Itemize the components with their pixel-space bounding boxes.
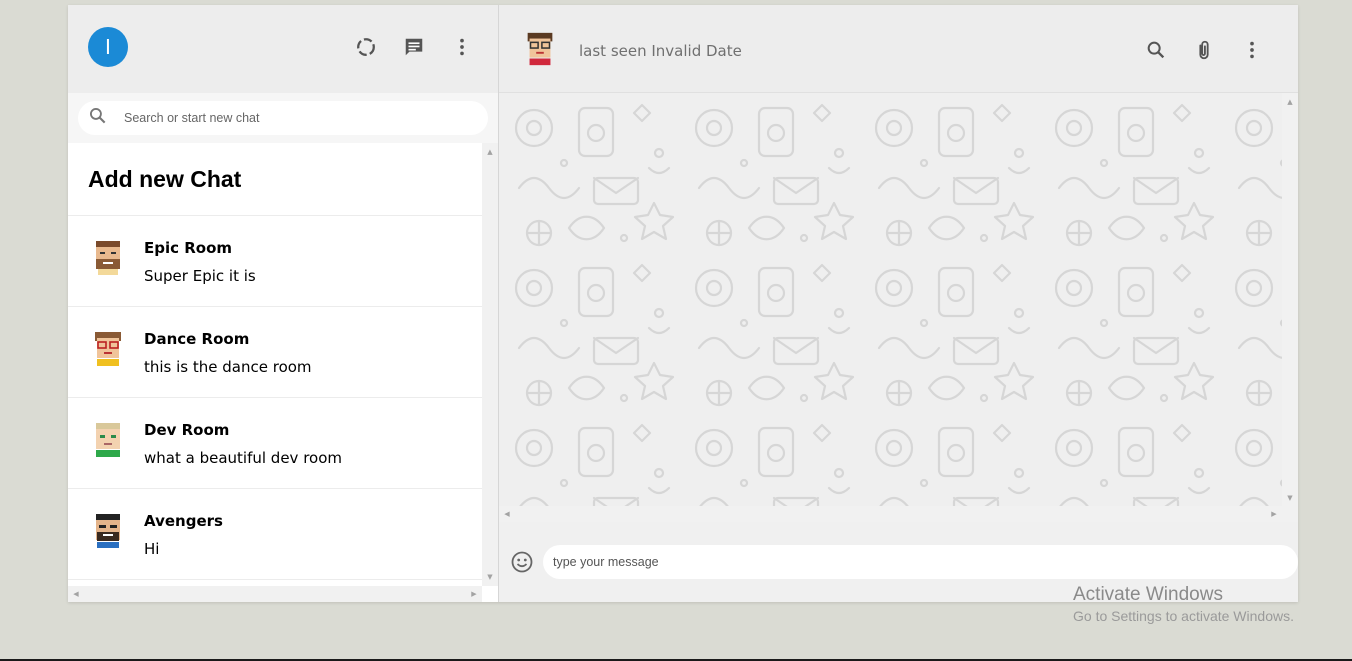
whatsapp-app: I Add new (68, 5, 1298, 602)
chat-header: last seen Invalid Date (499, 5, 1298, 93)
chat-item-dance-room[interactable]: Dance Room this is the dance room (68, 307, 482, 398)
chat-wallpaper (499, 93, 1282, 522)
scroll-up-arrow-icon[interactable]: ▲ (1282, 98, 1298, 106)
sidebar-vertical-scrollbar[interactable]: ▲ ▼ (482, 143, 498, 586)
chat-name: Avengers (144, 512, 223, 530)
search-icon (88, 106, 108, 130)
chat-horizontal-scrollbar[interactable]: ◀ ▶ (499, 506, 1282, 522)
scroll-right-arrow-icon[interactable]: ▶ (466, 590, 482, 598)
scroll-left-arrow-icon[interactable]: ◀ (499, 510, 515, 518)
new-chat-icon[interactable] (402, 35, 426, 59)
chat-name: Dev Room (144, 421, 230, 439)
chat-avatar (96, 514, 120, 548)
chat-item-epic-room[interactable]: Epic Room Super Epic it is (68, 216, 482, 307)
status-icon[interactable] (354, 35, 378, 59)
chat-last-message: what a beautiful dev room (144, 449, 342, 467)
more-options-icon[interactable] (450, 35, 474, 59)
chat-item-avengers[interactable]: Avengers Hi (68, 489, 482, 580)
search-icon[interactable] (1144, 38, 1168, 62)
user-avatar[interactable]: I (88, 27, 128, 67)
chat-body: ▲ ▼ ◀ ▶ (499, 93, 1298, 522)
chat-avatar (95, 332, 121, 366)
search-input[interactable] (122, 110, 478, 126)
scroll-up-arrow-icon[interactable]: ▲ (482, 148, 498, 156)
chat-vertical-scrollbar[interactable]: ▲ ▼ (1282, 93, 1298, 522)
chat-name: Dance Room (144, 330, 250, 348)
search-bar (68, 93, 498, 143)
chat-last-message: Super Epic it is (144, 267, 256, 285)
scroll-left-arrow-icon[interactable]: ◀ (68, 590, 84, 598)
add-new-chat[interactable]: Add new Chat (68, 143, 482, 216)
sidebar-header: I (68, 5, 498, 93)
message-footer (499, 522, 1298, 602)
message-input[interactable] (543, 545, 1298, 579)
chat-last-message: Hi (144, 540, 160, 558)
sidebar: I Add new (68, 5, 499, 602)
last-seen-status: last seen Invalid Date (579, 42, 742, 60)
chat-avatar (96, 423, 120, 457)
chat-list: Add new Chat Epic Room Super Epic it is (68, 143, 498, 586)
sidebar-horizontal-scrollbar[interactable]: ◀ ▶ (68, 586, 482, 602)
emoji-icon[interactable] (509, 549, 535, 575)
chat-last-message: this is the dance room (144, 358, 312, 376)
chat-panel: last seen Invalid Date ▲ ▼ ◀ ▶ type your… (499, 5, 1298, 602)
chat-item-dev-room[interactable]: Dev Room what a beautiful dev room (68, 398, 482, 489)
chat-name: Epic Room (144, 239, 233, 257)
chat-avatar (96, 241, 120, 275)
contact-avatar[interactable] (521, 30, 559, 68)
more-options-icon[interactable] (1240, 38, 1264, 62)
scroll-down-arrow-icon[interactable]: ▼ (482, 573, 498, 581)
scroll-down-arrow-icon[interactable]: ▼ (1282, 494, 1298, 502)
scroll-right-arrow-icon[interactable]: ▶ (1266, 510, 1282, 518)
search-box (78, 101, 488, 135)
attach-icon[interactable] (1192, 38, 1216, 62)
watermark-subtitle: Go to Settings to activate Windows. (1073, 608, 1294, 624)
